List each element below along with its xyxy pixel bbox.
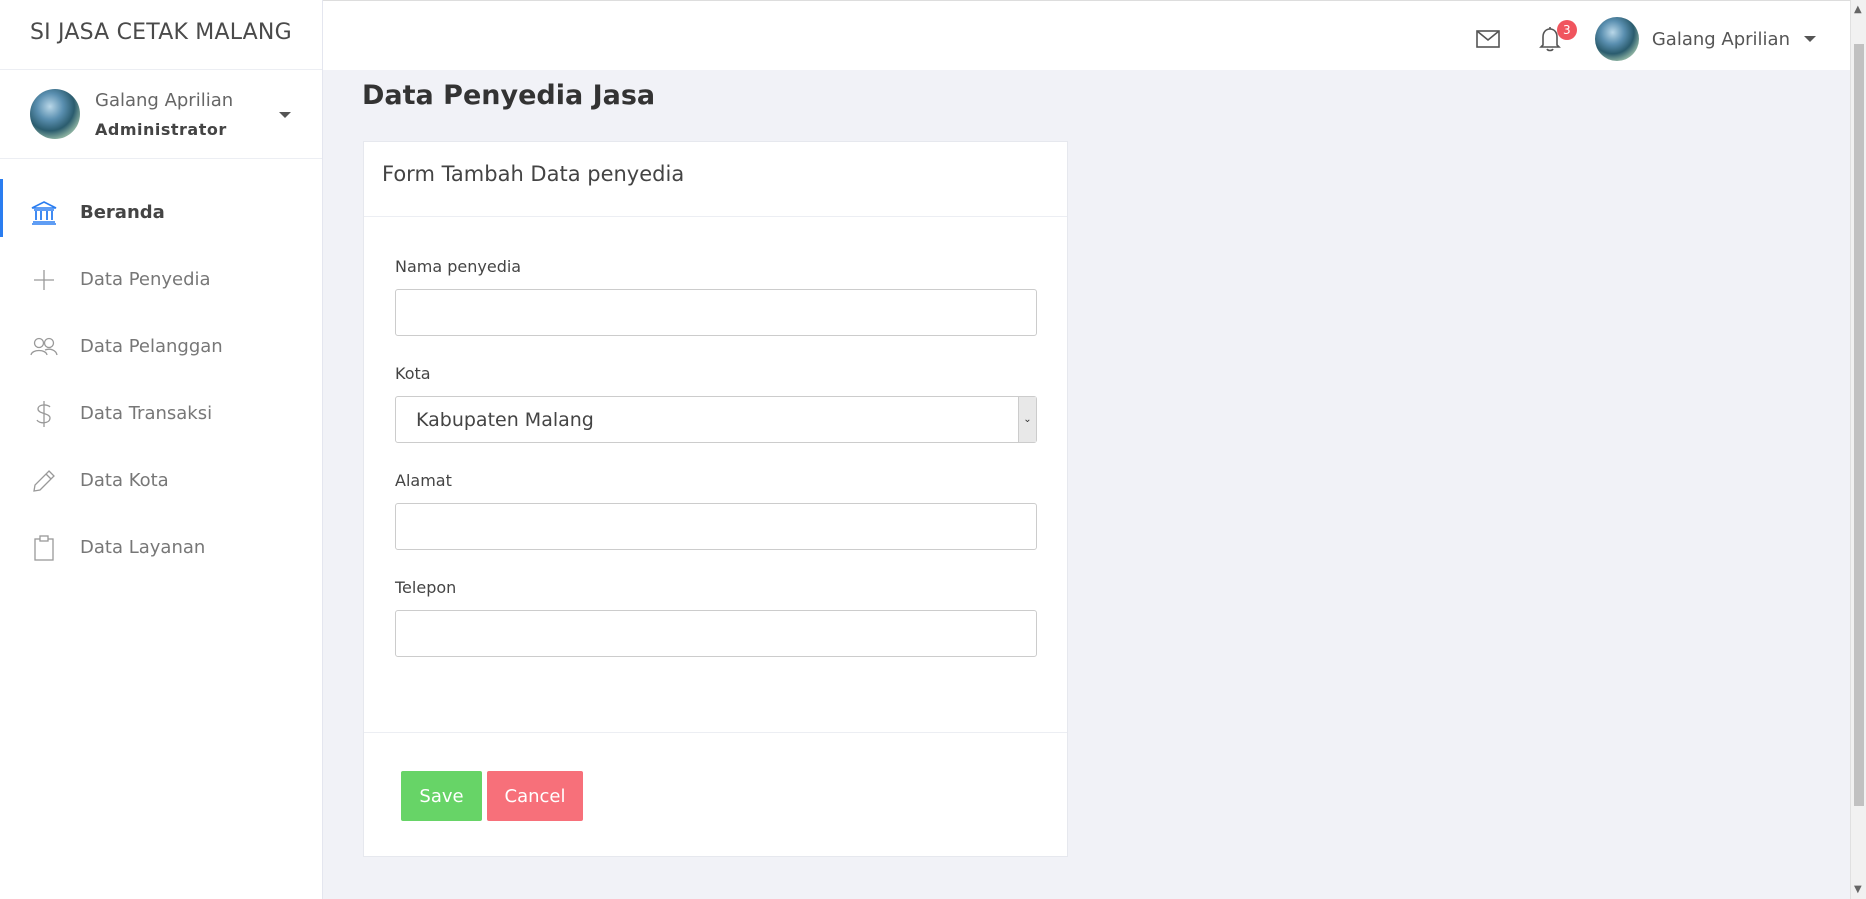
user-menu-name[interactable]: Galang Aprilian [1652,29,1790,50]
sidebar-item-beranda[interactable]: Beranda [0,179,322,246]
sidebar-item-label: Data Kota [80,470,169,491]
form-footer: Save Cancel [364,732,1067,859]
profile-name: Galang Aprilian [95,89,234,111]
sidebar-item-label: Data Transaksi [80,403,213,424]
pencil-icon [30,467,58,495]
alamat-label: Alamat [395,471,452,490]
scroll-up-icon[interactable]: ▲ [1854,4,1862,15]
sidebar-item-data-pelanggan[interactable]: Data Pelanggan [0,313,322,380]
plus-icon [30,266,58,294]
telepon-label: Telepon [395,578,457,597]
save-button[interactable]: Save [401,771,482,821]
chevron-down-icon[interactable]: ⌄ [1018,397,1036,442]
nama-label: Nama penyedia [395,257,522,276]
sidebar-item-label: Data Layanan [80,537,206,558]
sidebar-menu: Beranda Data Penyedia Data Pelanggan Dat… [0,179,322,581]
users-icon [30,333,58,361]
form-group-kota: Kota Kabupaten Malang ⌄ [395,364,1037,443]
kota-select-value: Kabupaten Malang [416,408,594,431]
dollar-icon [30,400,58,428]
mail-icon[interactable] [1473,24,1503,54]
page-title: Data Penyedia Jasa [362,80,656,111]
scrollbar-thumb[interactable] [1854,44,1864,806]
avatar[interactable] [1594,17,1639,61]
bank-icon [30,199,58,227]
sidebar-item-label: Beranda [80,202,165,223]
scrollbar[interactable]: ▲ ▼ [1850,0,1866,899]
profile-role: Administrator [95,119,227,139]
sidebar-item-label: Data Penyedia [80,269,211,290]
form-card: Form Tambah Data penyedia Nama penyedia … [363,141,1068,857]
form-group-nama: Nama penyedia [395,257,1037,336]
alamat-input[interactable] [395,503,1037,550]
sidebar-item-data-layanan[interactable]: Data Layanan [0,514,322,581]
chevron-down-icon[interactable] [279,112,291,118]
sidebar-item-data-transaksi[interactable]: Data Transaksi [0,380,322,447]
chevron-down-icon[interactable] [1804,36,1816,42]
sidebar-item-data-penyedia[interactable]: Data Penyedia [0,246,322,313]
form-group-telepon: Telepon [395,578,1037,657]
avatar [30,89,80,139]
form-title: Form Tambah Data penyedia [364,142,1067,217]
clipboard-icon [30,534,58,562]
sidebar-item-label: Data Pelanggan [80,336,223,357]
form-group-alamat: Alamat [395,471,1037,550]
sidebar-item-data-kota[interactable]: Data Kota [0,447,322,514]
notification-badge: 3 [1556,20,1577,40]
cancel-button[interactable]: Cancel [487,771,583,821]
scroll-down-icon[interactable]: ▼ [1854,884,1862,895]
topbar: 3 Galang Aprilian [323,0,1850,70]
kota-select[interactable]: Kabupaten Malang ⌄ [395,396,1037,443]
kota-label: Kota [395,364,431,383]
telepon-input[interactable] [395,610,1037,657]
sidebar: SI JASA CETAK MALANG Galang Aprilian Adm… [0,0,323,899]
nama-penyedia-input[interactable] [395,289,1037,336]
app-brand[interactable]: SI JASA CETAK MALANG [0,0,322,70]
bell-icon[interactable]: 3 [1535,20,1577,54]
sidebar-profile[interactable]: Galang Aprilian Administrator [0,70,322,159]
